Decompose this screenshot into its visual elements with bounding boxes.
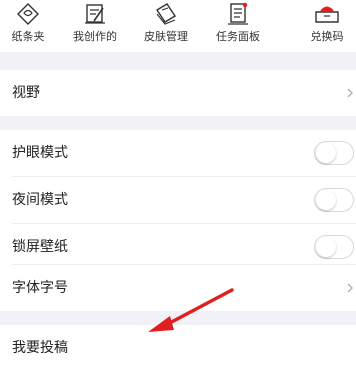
toolbar-item-my-creations[interactable]: 我创作的: [63, 0, 127, 52]
toolbar-item-label: 皮肤管理: [144, 30, 188, 43]
chevron-right-icon: [347, 283, 353, 293]
skin-cards-icon: [156, 3, 176, 25]
chevron-right-icon: [347, 88, 353, 98]
night-mode-toggle[interactable]: [314, 188, 354, 212]
lock-wallpaper-toggle[interactable]: [314, 235, 354, 259]
settings-row-label: 夜间模式: [12, 192, 68, 208]
toolbar-item-task-panel[interactable]: 任务面板: [206, 0, 270, 52]
toolbar-item-label: 兑换码: [310, 30, 344, 43]
exchange-ticket-icon: [315, 6, 339, 23]
note-clip-icon: [17, 3, 39, 25]
edit-doc-icon: [85, 4, 105, 24]
toolbar-item-label: 任务面板: [216, 30, 260, 43]
settings-row-view[interactable]: 视野: [0, 70, 356, 116]
toggle-knob: [316, 237, 336, 257]
settings-row-night-mode: 夜间模式: [0, 177, 356, 223]
annotation-arrow-icon: [148, 288, 234, 332]
section-gap: [0, 116, 356, 130]
settings-row-label: 字体字号: [12, 280, 68, 296]
settings-row-label: 视野: [12, 85, 40, 101]
toolbar-item-skin-management[interactable]: 皮肤管理: [134, 0, 198, 52]
toolbar-item-exchange-code[interactable]: 兑换码: [295, 0, 356, 52]
toggle-knob: [316, 143, 336, 163]
top-toolbar: 纸条夹 我创作的 皮肤管理 任务面板 兑换码: [0, 0, 356, 52]
section-gap: [0, 52, 356, 70]
toolbar-item-label: 我创作的: [73, 30, 117, 43]
eye-mode-toggle[interactable]: [314, 141, 354, 165]
toolbar-item-label: 纸条夹: [11, 30, 45, 43]
settings-row-eye-mode: 护眼模式: [0, 130, 356, 176]
settings-row-label: 我要投稿: [12, 340, 68, 356]
settings-row-label: 护眼模式: [12, 145, 68, 161]
toggle-knob: [316, 190, 336, 210]
task-board-icon: [228, 2, 248, 25]
toolbar-item-note-clip[interactable]: 纸条夹: [0, 0, 60, 52]
